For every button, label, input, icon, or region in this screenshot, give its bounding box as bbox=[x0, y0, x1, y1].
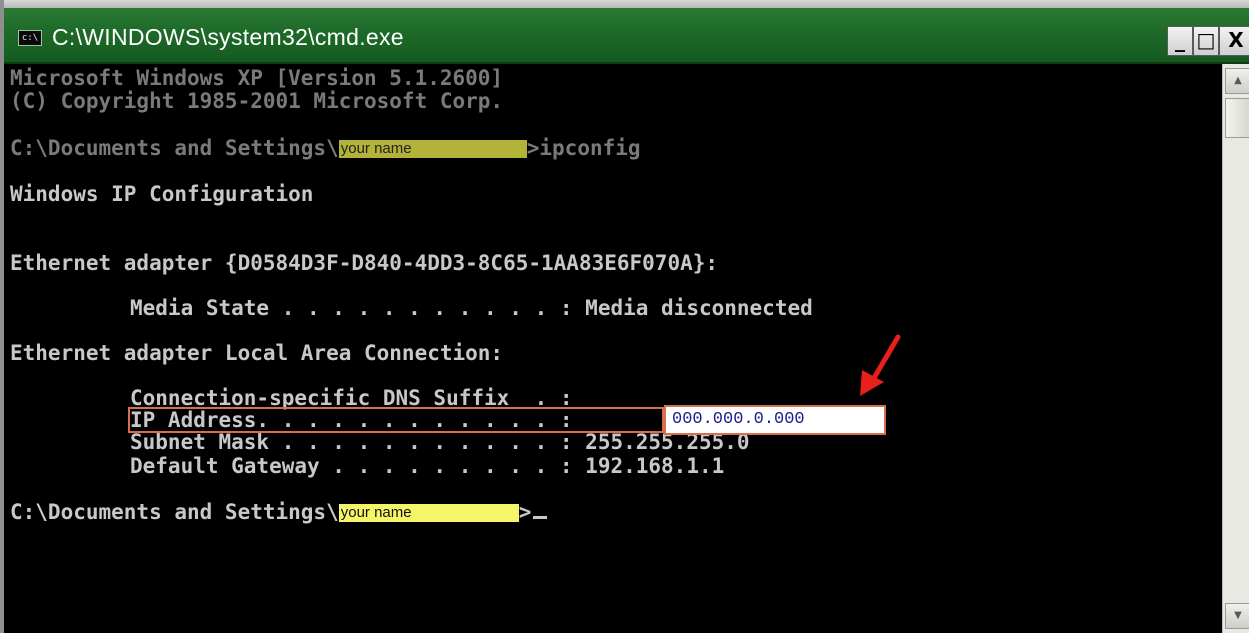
scrollbar-thumb[interactable] bbox=[1225, 98, 1249, 138]
ip-address-annotation-frame bbox=[128, 407, 664, 433]
maximize-button[interactable]: □ bbox=[1193, 26, 1219, 56]
media-state-value: Media disconnected bbox=[585, 296, 813, 320]
title-bar[interactable]: c:\ C:\WINDOWS\system32\cmd.exe _ □ X bbox=[4, 8, 1249, 64]
copyright-line: (C) Copyright 1985-2001 Microsoft Corp. bbox=[10, 89, 504, 113]
adapter2-header: Ethernet adapter Local Area Connection: bbox=[10, 341, 504, 365]
subnet-mask-row: Subnet Mask . . . . . . . . . . . : 255.… bbox=[130, 430, 750, 454]
first-prompt-line: C:\Documents and Settings\ your name >ipco… bbox=[10, 136, 641, 160]
config-heading: Windows IP Configuration bbox=[10, 182, 314, 206]
command-text: ipconfig bbox=[539, 136, 641, 160]
window-title: C:\WINDOWS\system32\cmd.exe bbox=[52, 24, 404, 50]
prompt-suffix: > bbox=[526, 136, 540, 160]
version-line: Microsoft Windows XP [Version 5.1.2600] bbox=[10, 66, 504, 90]
default-gateway-label: Default Gateway . . . . . . . . . : bbox=[130, 454, 573, 478]
media-state-label: Media State . . . . . . . . . . . : bbox=[130, 296, 573, 320]
vertical-scrollbar[interactable]: ▲ ▼ bbox=[1222, 64, 1249, 633]
ip-address-value: 000.000.0.000 bbox=[664, 405, 886, 435]
cmd-window: c:\ C:\WINDOWS\system32\cmd.exe _ □ X Mi… bbox=[0, 0, 1249, 633]
user-name-highlight: your name bbox=[338, 504, 519, 522]
text-cursor bbox=[533, 516, 548, 519]
cmd-icon[interactable]: c:\ bbox=[18, 30, 42, 46]
red-arrow-icon bbox=[860, 334, 901, 396]
default-gateway-row: Default Gateway . . . . . . . . . : 192.… bbox=[130, 454, 724, 478]
scroll-up-arrow-icon[interactable]: ▲ bbox=[1225, 68, 1249, 94]
prompt-suffix: > bbox=[518, 500, 532, 524]
prompt-path: C:\Documents and Settings\ bbox=[10, 500, 339, 524]
user-name-highlight: your name bbox=[338, 140, 527, 158]
minimize-button[interactable]: _ bbox=[1167, 26, 1193, 56]
second-prompt-line: C:\Documents and Settings\ your name > bbox=[10, 500, 548, 524]
scroll-down-arrow-icon[interactable]: ▼ bbox=[1225, 603, 1249, 629]
subnet-mask-label: Subnet Mask . . . . . . . . . . . : bbox=[130, 430, 573, 454]
adapter1-header: Ethernet adapter {D0584D3F-D840-4DD3-8C6… bbox=[10, 251, 719, 275]
default-gateway-value: 192.168.1.1 bbox=[585, 454, 725, 478]
window-top-edge bbox=[4, 0, 1249, 8]
close-button[interactable]: X bbox=[1219, 26, 1249, 56]
prompt-path: C:\Documents and Settings\ bbox=[10, 136, 339, 160]
media-state-row: Media State . . . . . . . . . . . : Medi… bbox=[130, 296, 813, 320]
console-output[interactable]: Microsoft Windows XP [Version 5.1.2600] … bbox=[8, 64, 1222, 633]
